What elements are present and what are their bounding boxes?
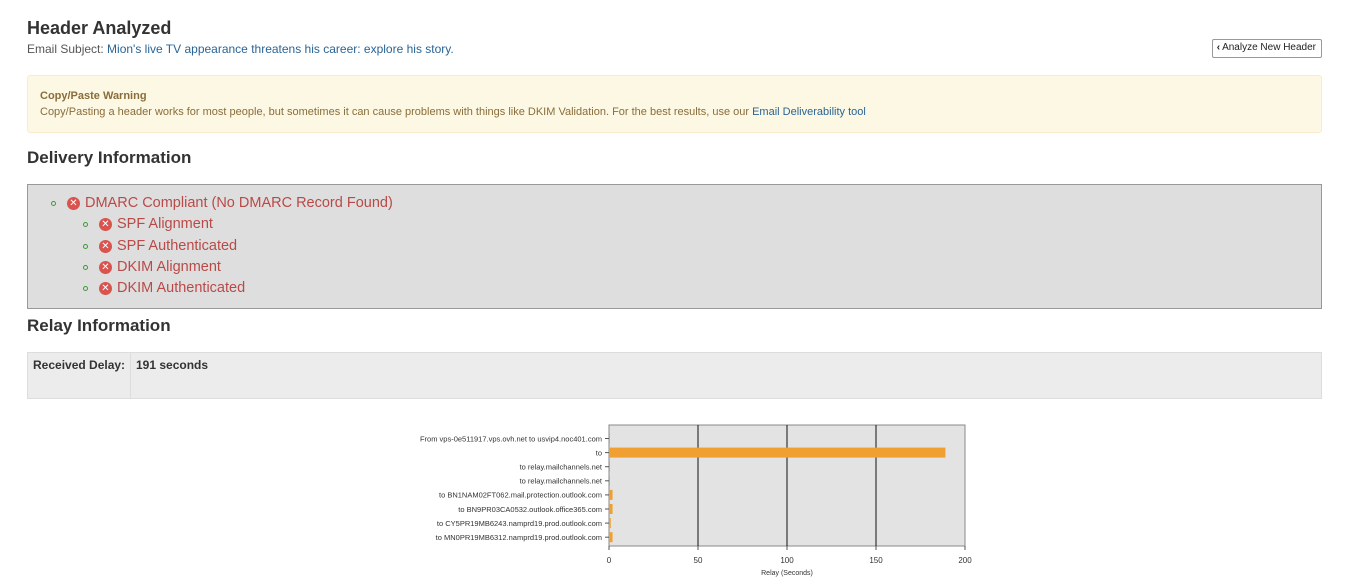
chart-bar [609, 504, 613, 514]
chart-bar [609, 461, 610, 472]
chart-x-tick-label: 0 [607, 556, 612, 565]
chart-category-label: to MN0PR19MB6312.namprd19.prod.outlook.c… [436, 533, 602, 542]
chart-bar [609, 433, 610, 444]
chart-category-label: From vps-0e511917.vps.ovh.net to usvip4.… [420, 434, 602, 443]
chart-category-label: to [596, 448, 602, 457]
relay-chart: 0 50 100 150 200 From vps-0e511917.vps.ovh.ne… [420, 424, 972, 577]
chart-x-tick-label: 100 [780, 556, 794, 565]
chart-bar [609, 447, 946, 458]
chart-x-axis-label: Relay (Seconds) [761, 570, 813, 577]
chart-category-label: to CY5PR19MB6243.namprd19.prod.outlook.c… [437, 519, 602, 528]
chart-category-label: to relay.mailchannels.net [520, 477, 603, 486]
chart-category-label: to relay.mailchannels.net [520, 463, 603, 472]
chart-x-tick-label: 50 [694, 556, 703, 565]
chart-bar [609, 532, 613, 543]
chart-x-tick-label: 200 [958, 556, 972, 565]
chart-bar [609, 475, 610, 486]
chart-category-label: to BN1NAM02FT062.mail.protection.outlook… [439, 491, 602, 500]
chart-x-tick-label: 150 [869, 556, 883, 565]
chart-bar [609, 518, 611, 529]
chart-category-label: to BN9PR03CA0532.outlook.office365.com [458, 505, 602, 514]
chart-bar [609, 489, 613, 500]
